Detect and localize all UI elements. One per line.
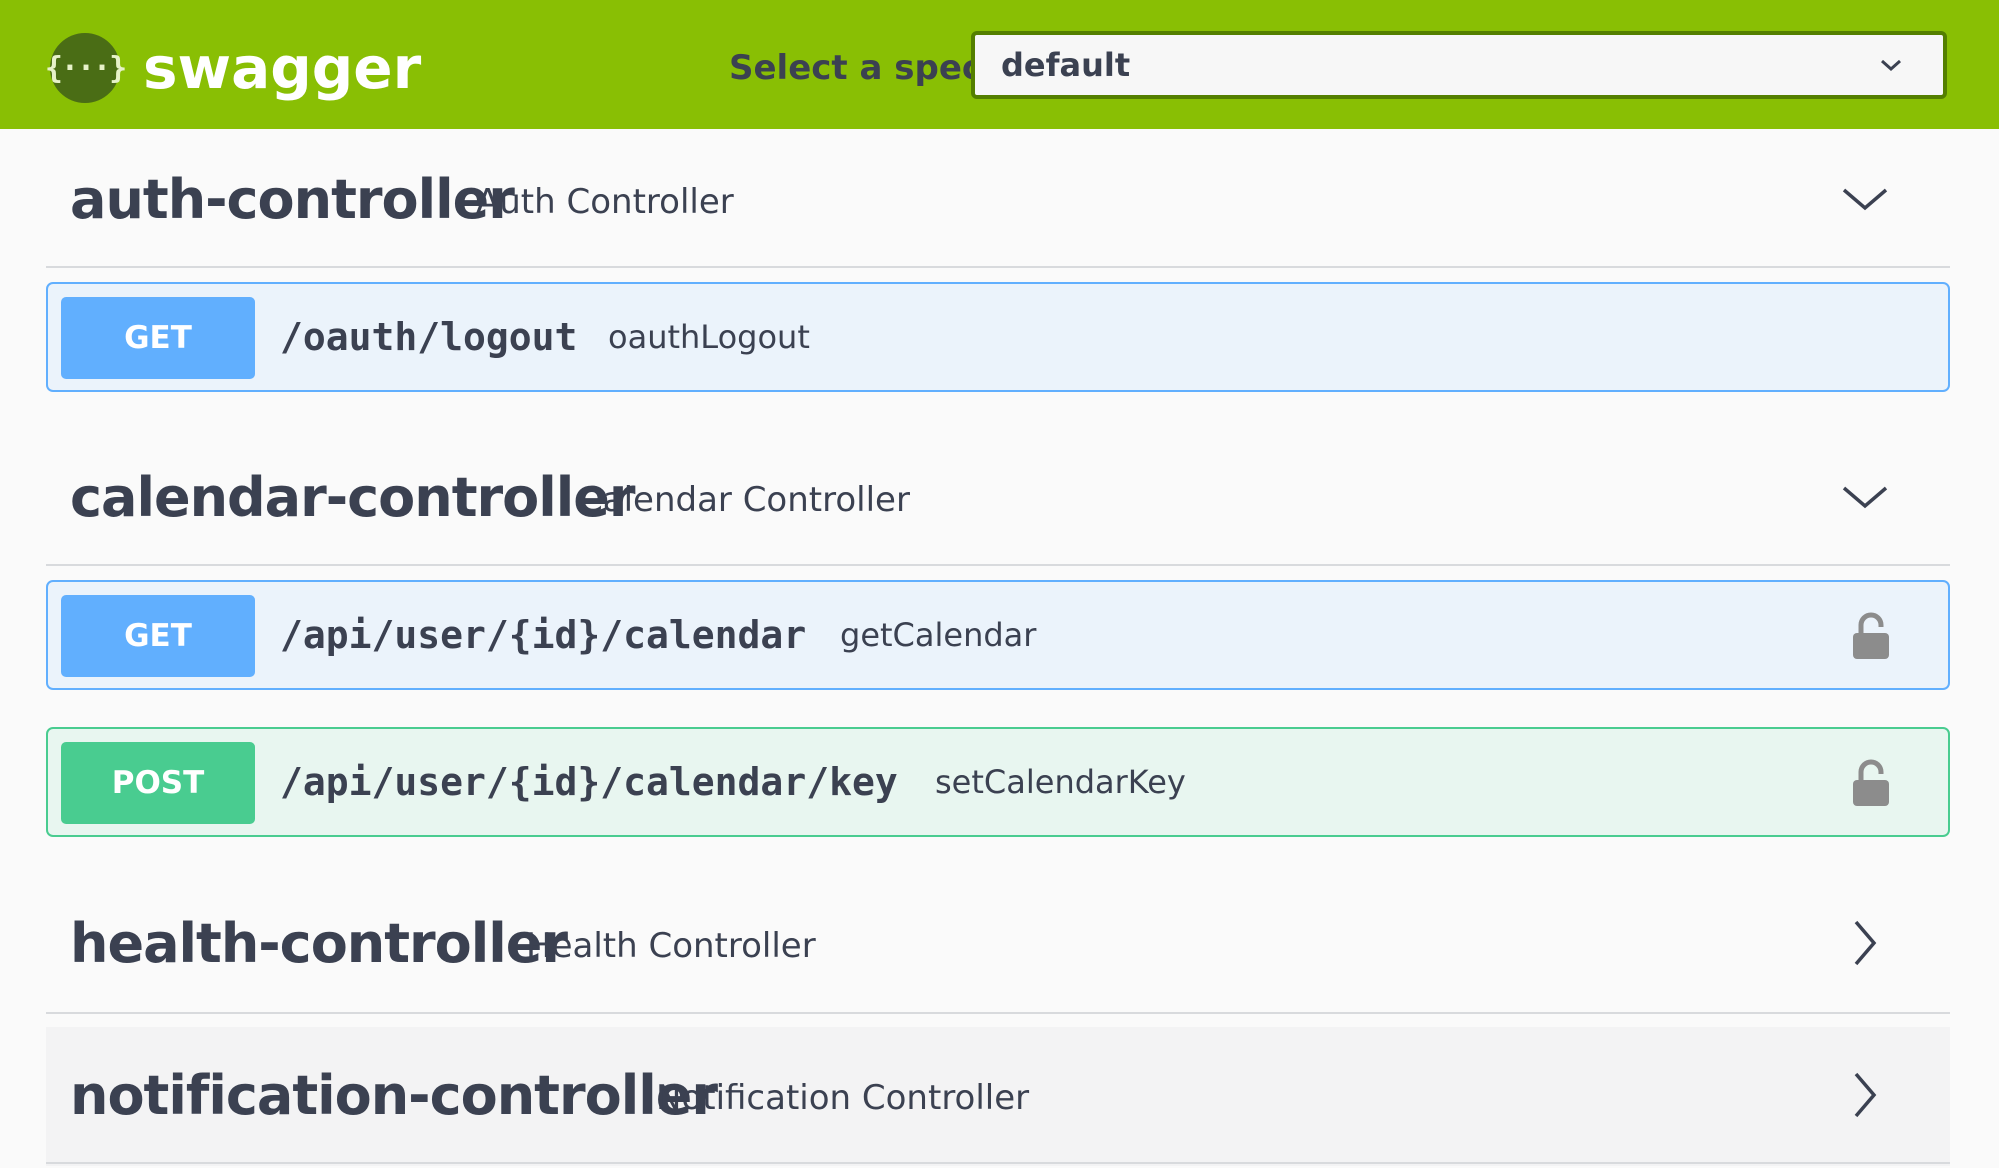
swagger-logo-icon[interactable]: {···} <box>45 33 127 103</box>
chevron-down-icon[interactable] <box>1840 472 1890 522</box>
spec-select-label: Select a spec <box>729 48 983 88</box>
tag-name: calendar-controller <box>70 466 636 529</box>
tag-name: health-controller <box>70 912 568 975</box>
unlocked-padlock-icon[interactable] <box>1850 612 1892 660</box>
brand-name[interactable]: swagger <box>143 28 421 108</box>
operation-id: setCalendarKey <box>935 763 1186 801</box>
operation-id: oauthLogout <box>608 318 810 356</box>
tag-description: Health Controller <box>526 926 816 966</box>
unlocked-padlock-icon[interactable] <box>1850 759 1892 807</box>
tag-auth-controller[interactable]: auth-controller Auth Controller <box>46 160 1950 270</box>
section-divider <box>46 564 1950 566</box>
spec-select-value: default <box>1001 46 1131 84</box>
chevron-down-icon <box>1881 59 1901 72</box>
operation-get-oauth-logout[interactable]: GET /oauth/logout oauthLogout <box>46 282 1950 392</box>
tag-description: Notification Controller <box>656 1078 1030 1118</box>
tag-health-controller[interactable]: health-controller Health Controller <box>46 900 1950 1014</box>
operation-id: getCalendar <box>840 616 1037 654</box>
operation-path: /api/user/{id}/calendar <box>280 613 807 657</box>
method-badge: GET <box>61 297 255 379</box>
tag-name: notification-controller <box>70 1064 718 1127</box>
topbar: {···} swagger Select a spec default <box>0 0 1999 129</box>
tag-name: auth-controller <box>70 168 515 231</box>
tag-calendar-controller[interactable]: calendar-controller Calendar Controller <box>46 458 1950 568</box>
chevron-right-icon[interactable] <box>1840 1070 1890 1120</box>
tag-description: Calendar Controller <box>579 480 910 520</box>
tag-description: Auth Controller <box>476 182 734 222</box>
operation-path: /oauth/logout <box>280 315 578 359</box>
section-divider <box>46 1162 1950 1164</box>
method-badge: GET <box>61 595 255 677</box>
operation-get-calendar[interactable]: GET /api/user/{id}/calendar getCalendar <box>46 580 1950 690</box>
section-divider <box>46 1012 1950 1014</box>
chevron-right-icon[interactable] <box>1840 918 1890 968</box>
method-badge: POST <box>61 742 255 824</box>
tag-notification-controller[interactable]: notification-controller Notification Con… <box>46 1027 1950 1166</box>
section-divider <box>46 266 1950 268</box>
operation-post-calendar-key[interactable]: POST /api/user/{id}/calendar/key setCale… <box>46 727 1950 837</box>
spec-select[interactable]: default <box>971 31 1947 99</box>
operation-path: /api/user/{id}/calendar/key <box>280 760 898 804</box>
chevron-down-icon[interactable] <box>1840 174 1890 224</box>
